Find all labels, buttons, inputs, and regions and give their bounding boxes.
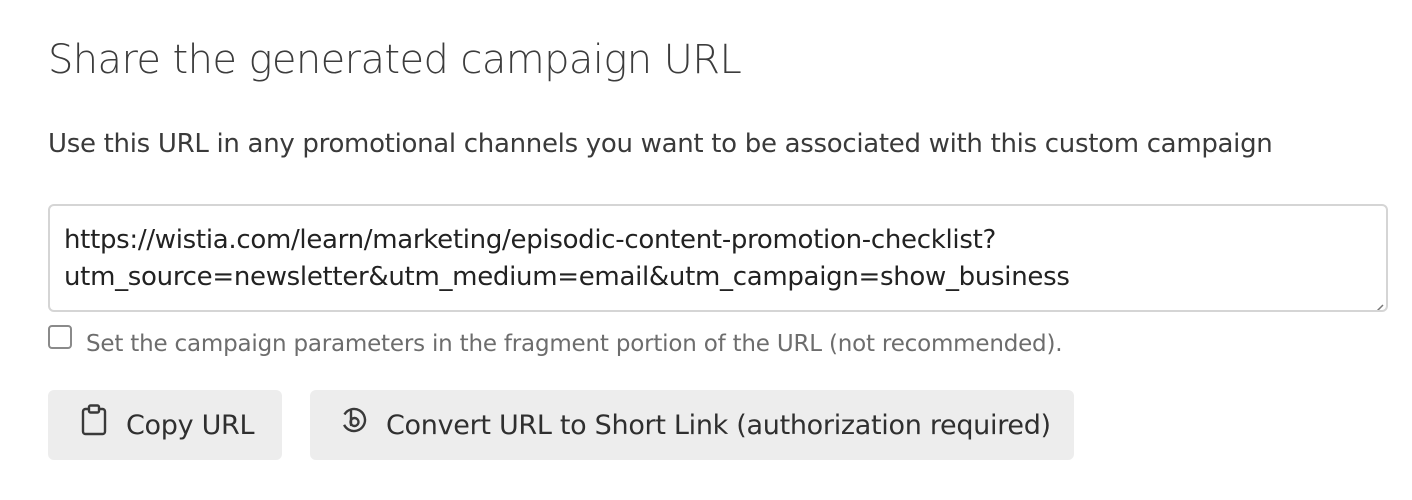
convert-short-link-label: Convert URL to Short Link (authorization…	[386, 409, 1051, 441]
copy-url-label: Copy URL	[126, 409, 255, 441]
fragment-checkbox-label[interactable]: Set the campaign parameters in the fragm…	[86, 331, 1063, 357]
fragment-option-row: Set the campaign parameters in the fragm…	[48, 322, 1063, 362]
description-text: Use this URL in any promotional channels…	[48, 129, 1273, 159]
clipboard-icon	[80, 404, 108, 436]
bitly-icon	[340, 404, 368, 436]
fragment-checkbox[interactable]	[48, 325, 72, 349]
page-title: Share the generated campaign URL	[48, 37, 742, 83]
generated-url-field[interactable]: https://wistia.com/learn/marketing/episo…	[48, 204, 1388, 312]
copy-url-button[interactable]: Copy URL	[48, 390, 282, 460]
url-text-line-1: https://wistia.com/learn/marketing/episo…	[64, 225, 996, 255]
url-text-line-2: utm_source=newsletter&utm_medium=email&u…	[64, 262, 1070, 292]
convert-short-link-button[interactable]: Convert URL to Short Link (authorization…	[310, 390, 1074, 460]
resize-handle-icon[interactable]	[1368, 292, 1384, 310]
